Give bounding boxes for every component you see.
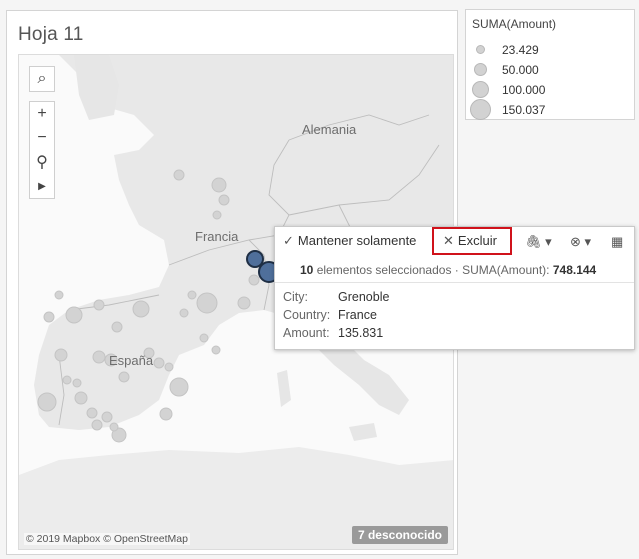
legend-size-marker <box>472 81 489 98</box>
tooltip-field-row: Country: France <box>283 308 377 322</box>
checkmark-icon: ✓ <box>283 233 294 248</box>
exclude-label: Excluir <box>457 233 497 248</box>
keep-only-button[interactable]: ✓ Mantener solamente <box>283 233 416 249</box>
legend-label: 100.000 <box>502 83 546 97</box>
map-search-control: ⌕ <box>29 66 55 92</box>
field-name: City: <box>283 290 308 304</box>
map-zoom-toolbar: + − ⚲ ▶ <box>29 101 55 199</box>
tooltip-command-bar: ✓ Mantener solamente ✕ Excluir 🖇 ▾ ⊗ ▾ ▦ <box>275 227 634 257</box>
selection-count: 10 <box>300 263 314 277</box>
map-attribution[interactable]: © 2019 Mapbox © OpenStreetMap <box>24 533 190 545</box>
legend-size-marker <box>474 63 487 76</box>
map-label-spain: España <box>109 353 154 368</box>
legend-entry[interactable]: 50.000 <box>466 60 634 80</box>
selection-summary: 10 elementos seleccionados · SUMA(Amount… <box>300 263 596 277</box>
field-name: Amount: <box>283 326 330 340</box>
view-data-icon[interactable]: ▦ <box>611 234 623 250</box>
legend-size-marker <box>470 99 491 120</box>
field-value: Grenoble <box>338 290 390 304</box>
tooltip-field-row: Amount: 135.831 <box>283 326 383 340</box>
exclude-button[interactable]: ✕ Excluir <box>443 233 497 249</box>
create-set-icon[interactable]: ⊗ ▾ <box>570 234 591 250</box>
legend-size-marker <box>476 45 485 54</box>
group-members-icon[interactable]: 🖇 ▾ <box>525 234 552 250</box>
sheet-title: Hoja 11 <box>18 24 84 45</box>
unknown-locations-badge[interactable]: 7 desconocido <box>351 526 448 544</box>
expand-toolbar-icon[interactable]: ▶ <box>30 174 54 198</box>
tooltip-field-row: City: Grenoble <box>283 290 389 304</box>
legend-entry[interactable]: 150.037 <box>466 99 634 120</box>
field-value: 135.831 <box>338 326 384 340</box>
pin-icon[interactable]: ⚲ <box>30 150 54 174</box>
field-value: France <box>338 308 377 322</box>
legend-entry[interactable]: 100.000 <box>466 80 634 100</box>
size-legend: SUMA(Amount) 23.429 50.000 100.000 150.0… <box>465 9 635 120</box>
summary-measure-value: 748.144 <box>552 263 597 277</box>
tooltip-divider <box>275 282 634 283</box>
legend-label: 150.037 <box>502 103 546 117</box>
legend-title: SUMA(Amount) <box>472 17 557 31</box>
legend-entry[interactable]: 23.429 <box>466 40 634 60</box>
selection-count-text: elementos seleccionados <box>316 263 452 277</box>
zoom-out-button[interactable]: − <box>30 126 54 150</box>
zoom-in-button[interactable]: + <box>30 102 54 126</box>
legend-label: 23.429 <box>502 43 539 57</box>
selection-tooltip: ✓ Mantener solamente ✕ Excluir 🖇 ▾ ⊗ ▾ ▦ 1… <box>274 226 635 350</box>
search-icon[interactable]: ⌕ <box>30 67 54 91</box>
legend-label: 50.000 <box>502 63 539 77</box>
summary-separator: · <box>454 263 459 277</box>
field-name: Country: <box>283 308 331 322</box>
map-label-germany: Alemania <box>302 122 357 137</box>
keep-only-label: Mantener solamente <box>297 233 417 248</box>
map-label-france: Francia <box>195 229 239 244</box>
close-icon: ✕ <box>443 233 454 248</box>
summary-measure-label: SUMA(Amount): <box>462 263 550 277</box>
